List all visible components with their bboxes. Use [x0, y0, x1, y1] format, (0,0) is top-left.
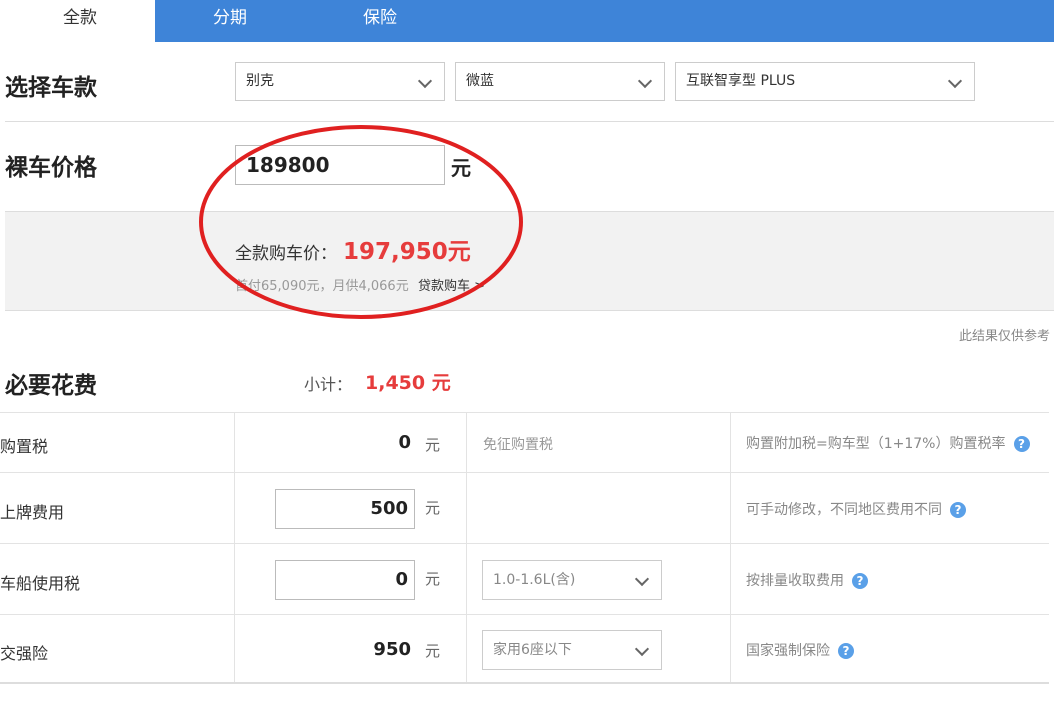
row-hint-text: 购置附加税=购车型（1+17%）购置税率 [746, 436, 1006, 452]
row-label: 车船使用税 [0, 574, 81, 593]
row-hint-text: 按排量收取费用 [746, 573, 844, 589]
chevron-down-icon [417, 73, 433, 89]
select-model-label: 选择车款 [5, 75, 97, 101]
divider [5, 121, 1054, 122]
row-label: 交强险 [0, 644, 49, 663]
question-circle-icon[interactable]: ? [950, 502, 966, 518]
required-costs-label: 必要花费 [5, 373, 97, 399]
brand-select-value: 别克 [246, 73, 274, 89]
table-row: 上牌费用 500 元 可手动修改，不同地区费用不同? [0, 472, 1049, 543]
row-hint-text: 国家强制保险 [746, 643, 830, 659]
total-price-value: 197,950元 [343, 239, 471, 265]
row-hint: 可手动修改，不同地区费用不同? [746, 499, 966, 519]
unit-label: 元 [425, 436, 441, 454]
brand-select[interactable]: 别克 [235, 62, 445, 101]
subtotal-label: 小计： [304, 375, 353, 394]
result-panel [5, 211, 1054, 311]
question-circle-icon[interactable]: ? [1013, 436, 1030, 452]
unit-label: 元 [425, 499, 441, 517]
subtotal-value: 1,450 元 [365, 372, 451, 394]
chevron-down-icon [634, 571, 650, 587]
chevron-down-icon [947, 73, 963, 89]
loan-summary: 首付65,090元，月供4,066元 [235, 279, 409, 294]
row-hint-text: 可手动修改，不同地区费用不同 [746, 502, 942, 518]
series-select[interactable]: 微蓝 [455, 62, 665, 101]
row-label: 购置税 [0, 437, 49, 456]
chevron-down-icon [637, 73, 653, 89]
registration-fee-input[interactable]: 500 [275, 489, 415, 529]
bare-price-input[interactable]: 189800 [235, 145, 445, 185]
vehicle-tax-input[interactable]: 0 [275, 560, 415, 600]
question-circle-icon[interactable]: ? [838, 643, 854, 659]
displacement-select-value: 1.0-1.6L(含) [493, 572, 576, 588]
tab-bar: 全款 分期 保险 [5, 0, 1054, 42]
tab-full-payment[interactable]: 全款 [5, 0, 155, 42]
unit-label: 元 [425, 570, 441, 588]
table-row: 交强险 950 元 家用6座以下 国家强制保险? [0, 614, 1049, 684]
purchase-tax-value: 0 [398, 432, 411, 453]
table-row: 购置税 0 元 免征购置税 购置附加税=购车型（1+17%）购置税率? [0, 412, 1049, 472]
trim-select[interactable]: 互联智享型 PLUS [675, 62, 975, 101]
total-price-label: 全款购车价： [235, 244, 337, 264]
seat-type-select-value: 家用6座以下 [493, 642, 572, 658]
row-hint: 购置附加税=购车型（1+17%）购置税率? [746, 433, 1030, 453]
tab-installment[interactable]: 分期 [155, 0, 305, 42]
displacement-select[interactable]: 1.0-1.6L(含) [482, 560, 662, 600]
seat-type-select[interactable]: 家用6座以下 [482, 630, 662, 670]
bare-price-label: 裸车价格 [5, 155, 97, 181]
unit-label: 元 [425, 642, 441, 660]
series-select-value: 微蓝 [466, 73, 494, 89]
question-circle-icon[interactable]: ? [852, 573, 868, 589]
tab-insurance[interactable]: 保险 [305, 0, 455, 42]
row-hint: 按排量收取费用? [746, 570, 868, 590]
disclaimer-note: 此结果仅供参考 [958, 329, 1050, 344]
trim-select-value: 互联智享型 PLUS [686, 73, 796, 89]
row-hint: 国家强制保险? [746, 640, 854, 660]
bare-price-unit: 元 [451, 156, 471, 180]
chevron-down-icon [634, 641, 650, 657]
loan-purchase-link[interactable]: 贷款购车 > [418, 275, 485, 294]
table-row: 车船使用税 0 元 1.0-1.6L(含) 按排量收取费用? [0, 543, 1049, 614]
compulsory-insurance-value: 950 [373, 639, 411, 660]
tax-exempt-note: 免征购置税 [483, 437, 553, 453]
row-label: 上牌费用 [0, 503, 65, 522]
